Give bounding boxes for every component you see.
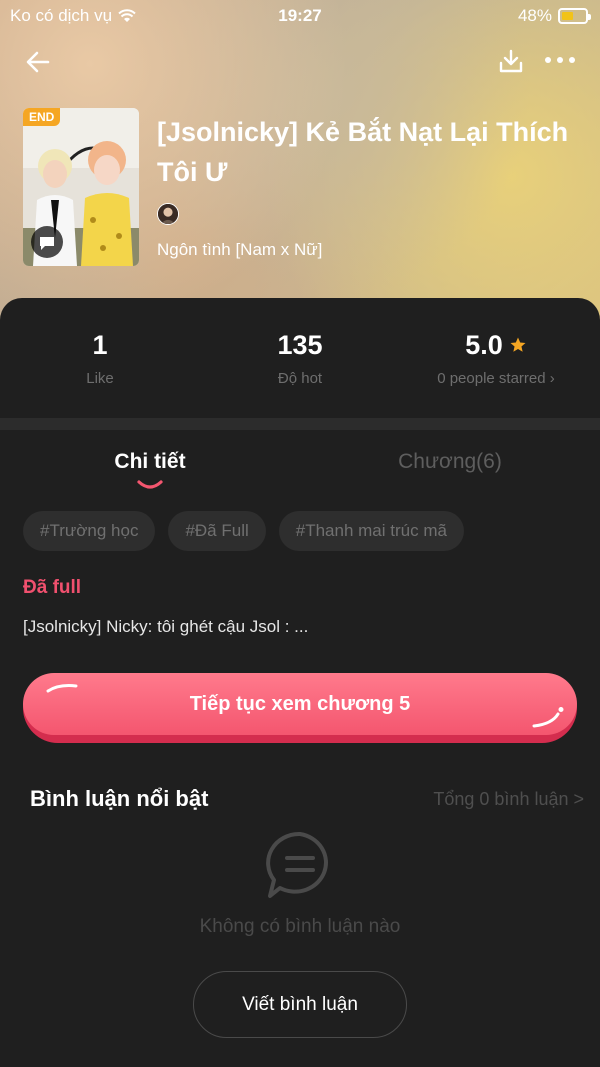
tab-chapters[interactable]: Chương(6) [380,450,520,474]
button-shine-decoration [46,684,78,693]
book-genre[interactable]: Ngôn tình [Nam x Nữ] [157,240,322,260]
chat-bubble-icon [31,226,63,258]
comments-total-link[interactable]: Tổng 0 bình luận > [433,789,584,810]
hot-count: 135 [277,329,323,360]
end-badge: END [23,108,61,126]
rating-label: 0 people starred › [437,370,555,387]
rating-value: 5.0 [465,329,503,360]
book-title: [Jsolnicky] Kẻ Bắt Nạt Lại Thích Tôi Ư [157,117,569,187]
battery-level [562,12,573,20]
continue-reading-label: Tiếp tục xem chương 5 [23,673,577,735]
tag-chip[interactable]: #Đã Full [168,511,266,551]
tag-chip[interactable]: #Thanh mai trúc mã [278,511,464,551]
stat-like[interactable]: 1 Like [0,326,200,388]
tag-chip[interactable]: #Trường học [23,511,156,551]
download-icon[interactable] [496,46,526,76]
more-dots-icon[interactable] [542,50,578,70]
tab-detail[interactable]: Chi tiết [80,450,220,474]
rating-value-row: 5.0 [396,326,596,364]
stat-rating[interactable]: 5.0 0 people starred › [396,326,596,388]
write-comment-button[interactable]: Viết bình luận [193,971,407,1038]
continue-reading-button[interactable]: Tiếp tục xem chương 5 [23,673,577,743]
completion-status: Đã full [23,577,82,598]
comment-bubble-icon [266,831,328,898]
section-divider [0,418,600,430]
battery-percent: 48% [517,6,552,25]
button-sparkle-decoration [532,707,564,728]
tab-active-indicator [137,480,163,489]
book-cover[interactable]: END [23,108,139,266]
arrow-left-icon[interactable] [20,44,56,80]
comments-title: Bình luận nổi bật [30,786,209,811]
star-icon [510,337,526,352]
book-description[interactable]: [Jsolnicky] Nicky: tôi ghét cậu Jsol : .… [23,617,308,637]
status-right: 48% [517,6,591,26]
like-count: 1 [92,329,108,360]
battery-icon [558,8,591,24]
status-bar: Ko có dịch vụ 19:27 48% [0,0,600,32]
tag-list: #Trường học #Đã Full #Thanh mai trúc mã [23,511,464,551]
like-label: Like [86,370,114,387]
stat-hot: 135 Độ hot [200,326,400,388]
hot-label: Độ hot [277,370,323,387]
no-comments-text: Không có bình luận nào [199,916,401,937]
author-avatar[interactable] [157,203,179,225]
status-time: 19:27 [278,6,322,25]
